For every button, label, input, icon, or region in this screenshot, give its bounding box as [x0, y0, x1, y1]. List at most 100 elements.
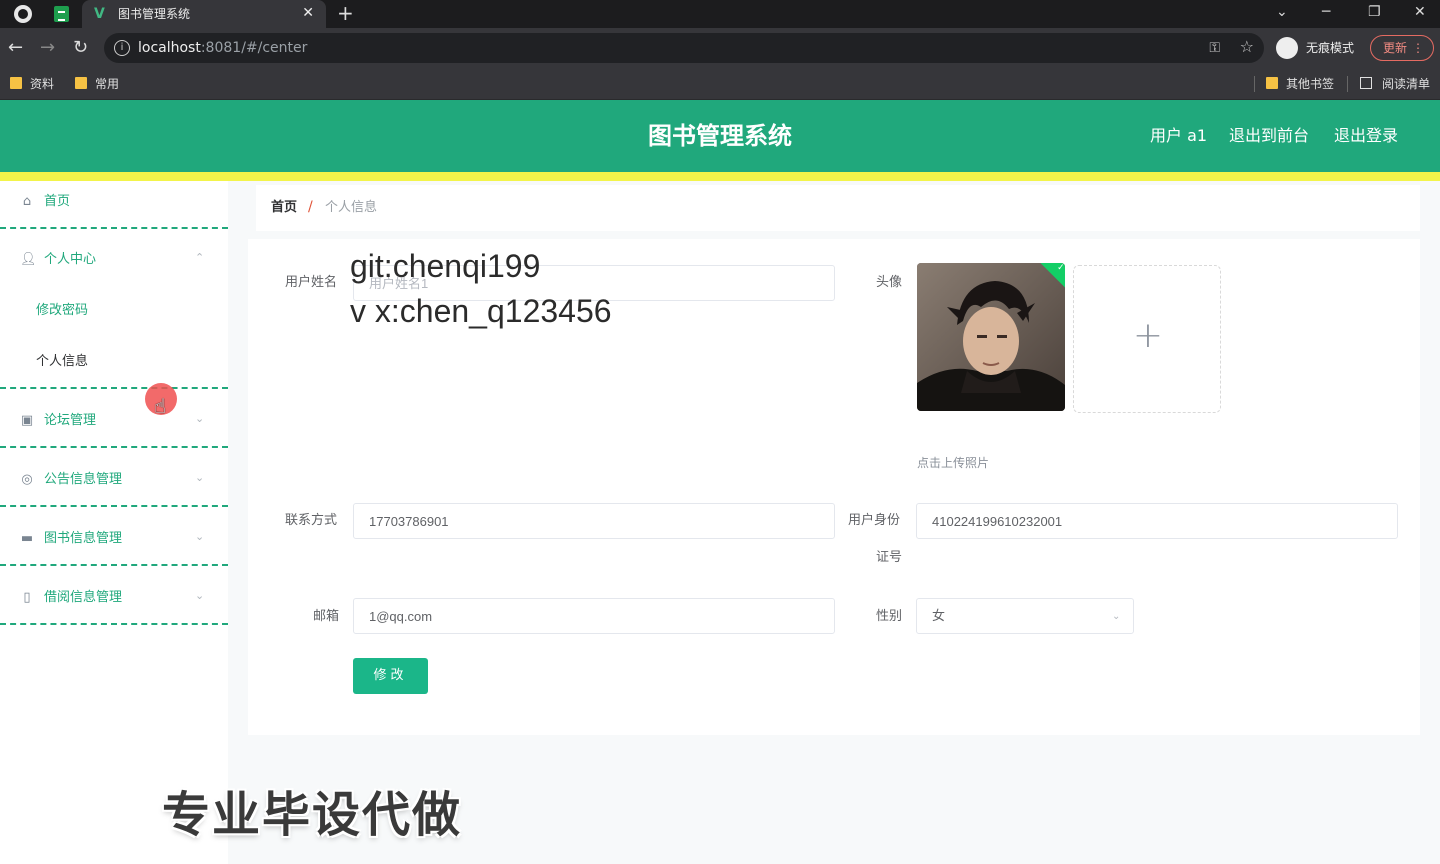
avatar-image[interactable]: ✓: [917, 263, 1065, 411]
chevron-down-icon: ⌄: [1112, 611, 1121, 622]
username-label: 用户姓名: [285, 275, 338, 290]
menu-divider: [0, 227, 228, 229]
bookmark-label: 阅读清单: [1382, 77, 1431, 91]
window-close-icon[interactable]: ✕: [1414, 2, 1426, 22]
menu-divider: [0, 446, 228, 448]
notice-icon: ◎: [21, 472, 33, 487]
monitor-icon: ▬: [20, 531, 34, 546]
sidebar-item-label: 图书信息管理: [44, 531, 123, 546]
site-info-icon[interactable]: i: [114, 40, 130, 56]
breadcrumb-home[interactable]: 首页: [271, 199, 297, 217]
idcard-label: 用户身份: [848, 513, 901, 528]
logout-link[interactable]: 退出登录: [1334, 126, 1398, 146]
upload-hint: 点击上传照片: [917, 456, 990, 470]
url-host: localhost: [138, 40, 201, 56]
forward-icon[interactable]: →: [40, 37, 55, 59]
chevron-down-icon: ⌄: [195, 412, 205, 425]
sidebar-item-borrow[interactable]: ▯ 借阅信息管理 ⌄: [0, 577, 228, 623]
watermark-line-1: git:chenqi199: [350, 248, 541, 284]
bookmark-folder[interactable]: 资料: [10, 75, 54, 93]
chevron-down-icon: ⌄: [195, 530, 205, 543]
sheet-tab-icon[interactable]: [54, 6, 69, 22]
menu-divider: [0, 387, 228, 389]
sidebar-item-label: 公告信息管理: [44, 472, 123, 487]
tab-title: 图书管理系统: [118, 7, 191, 21]
gender-select[interactable]: 女: [916, 598, 1134, 634]
bookmark-label: 其他书签: [1286, 77, 1335, 91]
sidebar-subitem-change-password[interactable]: 修改密码: [0, 291, 228, 331]
other-bookmarks[interactable]: 其他书签: [1266, 75, 1334, 93]
browser-tab-active[interactable]: V 图书管理系统 ✕: [82, 0, 326, 28]
gender-selected-value: 女: [932, 608, 946, 623]
bookmarks-bar: 资料 常用 其他书签 阅读清单: [0, 68, 1440, 100]
url-path: :8081/#/center: [200, 40, 308, 56]
header-stripe: [0, 172, 1440, 181]
sidebar-item-forum[interactable]: ▣ 论坛管理 ⌄: [0, 400, 228, 446]
submit-button[interactable]: 修改: [353, 658, 428, 694]
chevron-down-icon: ⌄: [195, 471, 205, 484]
caption-overlay: 专业毕设代做: [162, 787, 463, 843]
incognito-label: 无痕模式: [1306, 41, 1355, 55]
idcard-label-line2: 证号: [876, 550, 903, 565]
check-icon: ✓: [1057, 263, 1065, 273]
url-text: localhost:8081/#/center: [138, 39, 307, 57]
email-label: 邮箱: [313, 609, 340, 624]
email-input[interactable]: [353, 598, 835, 634]
password-key-icon[interactable]: ⚿: [1209, 39, 1220, 57]
home-icon: ⌂: [22, 194, 32, 209]
menu-divider: [0, 623, 228, 625]
avatar-label: 头像: [876, 275, 903, 290]
sidebar-item-label: 借阅信息管理: [44, 590, 123, 605]
plus-icon: +: [1132, 315, 1164, 356]
update-button[interactable]: 更新 ⋮: [1370, 35, 1434, 61]
chevron-down-icon: ⌄: [195, 589, 205, 602]
phone-input[interactable]: [353, 503, 835, 539]
tab-search-chevron-icon[interactable]: ⌄: [1276, 2, 1288, 22]
sidebar-item-books[interactable]: ▬ 图书信息管理 ⌄: [0, 518, 228, 564]
bookmark-label: 资料: [30, 77, 55, 91]
folder-icon: [75, 77, 87, 89]
reading-list[interactable]: 阅读清单: [1360, 75, 1430, 93]
sidebar-item-personal-center[interactable]: 👤︎ 个人中心 ⌃: [0, 239, 228, 285]
address-bar-row: ← → ↻ i localhost:8081/#/center ⚿ ☆ 无痕模式…: [0, 28, 1440, 68]
sidebar-subitem-personal-info[interactable]: 个人信息: [0, 342, 228, 382]
url-field[interactable]: i localhost:8081/#/center ⚿ ☆: [104, 33, 1264, 63]
reload-icon[interactable]: ↻: [73, 37, 88, 59]
breadcrumb-separator: /: [308, 199, 313, 215]
bookmark-folder[interactable]: 常用: [75, 75, 119, 93]
menu-divider: [0, 505, 228, 507]
browser-logo-icon[interactable]: [14, 5, 32, 23]
gender-label: 性别: [876, 609, 903, 624]
idcard-input[interactable]: [916, 503, 1398, 539]
user-icon: 👤︎: [20, 252, 37, 267]
bookmark-divider: [1254, 76, 1255, 92]
minimize-icon[interactable]: ─: [1322, 2, 1330, 22]
sidebar-subitem-label: 修改密码: [36, 303, 89, 318]
app-title: 图书管理系统: [648, 122, 792, 150]
back-icon[interactable]: ←: [8, 37, 23, 59]
sidebar-item-label: 论坛管理: [44, 413, 97, 428]
bookmark-star-icon[interactable]: ☆: [1240, 38, 1254, 56]
user-link[interactable]: 用户 a1: [1150, 126, 1207, 146]
new-tab-icon[interactable]: +: [337, 2, 354, 24]
bookmark-divider: [1347, 76, 1348, 92]
watermark-line-2: v x:chen_q123456: [350, 293, 612, 329]
sidebar-item-home[interactable]: ⌂ 首页: [0, 181, 228, 227]
avatar-portrait: [917, 263, 1065, 411]
back-to-front-link[interactable]: 退出到前台: [1229, 126, 1309, 146]
phone-icon: ▯: [23, 590, 31, 605]
sidebar-item-notice[interactable]: ◎ 公告信息管理 ⌄: [0, 459, 228, 505]
tab-close-icon[interactable]: ✕: [302, 5, 314, 21]
more-menu-icon[interactable]: ⋮: [1412, 36, 1424, 60]
restore-icon[interactable]: ❐: [1368, 2, 1381, 22]
bookmark-label: 常用: [95, 77, 120, 91]
breadcrumb-current: 个人信息: [325, 200, 378, 215]
update-label: 更新: [1383, 41, 1408, 55]
clipboard-icon: ▣: [20, 413, 34, 428]
browser-tab-bar: V 图书管理系统 ✕ + ⌄ ─ ❐ ✕: [0, 0, 1440, 28]
reading-list-icon: [1360, 77, 1372, 89]
folder-icon: [10, 77, 22, 89]
avatar-upload-button[interactable]: +: [1073, 265, 1221, 413]
breadcrumb: 首页 / 个人信息: [256, 185, 1420, 231]
phone-label: 联系方式: [285, 513, 338, 528]
